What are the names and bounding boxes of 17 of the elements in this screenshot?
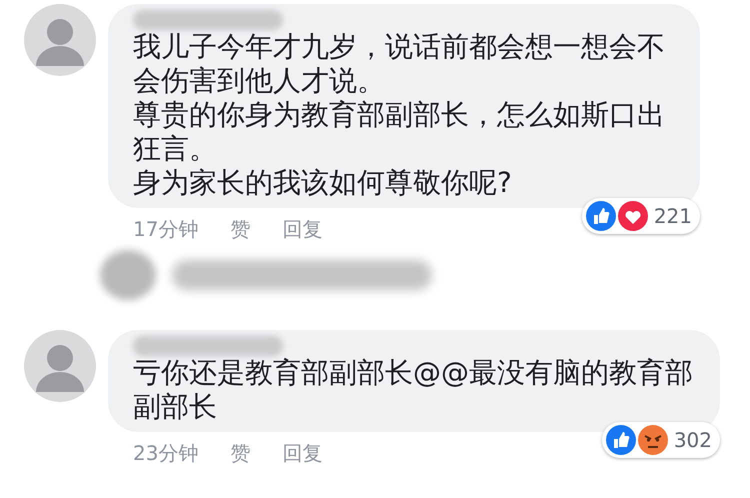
- avatar[interactable]: [24, 330, 96, 402]
- reaction-summary[interactable]: 221: [582, 198, 700, 234]
- comment-text: 尊贵的你身为教育部副部长，怎么如斯口出狂言。: [133, 98, 666, 166]
- comment-text: 身为家长的我该如何尊敬你呢?: [133, 166, 513, 200]
- like-link[interactable]: 赞: [230, 440, 250, 466]
- blurred-avatar: [100, 250, 156, 300]
- reaction-summary[interactable]: 302: [602, 422, 720, 458]
- reaction-count: 302: [674, 427, 712, 454]
- comment-text: 亏你还是教育部副部长@@最没有脑的教育部副部长: [133, 356, 694, 424]
- reply-link[interactable]: 回复: [282, 216, 322, 242]
- avatar[interactable]: [24, 4, 96, 76]
- comment-text: 我儿子今年才九岁，说话前都会想一想会不会伤害到他人才说。: [133, 30, 666, 98]
- like-link[interactable]: 赞: [230, 216, 250, 242]
- comment-time: 23分钟: [133, 440, 198, 466]
- reaction-count: 221: [654, 203, 692, 230]
- comment-time: 17分钟: [133, 216, 198, 242]
- reply-link[interactable]: 回复: [282, 440, 322, 466]
